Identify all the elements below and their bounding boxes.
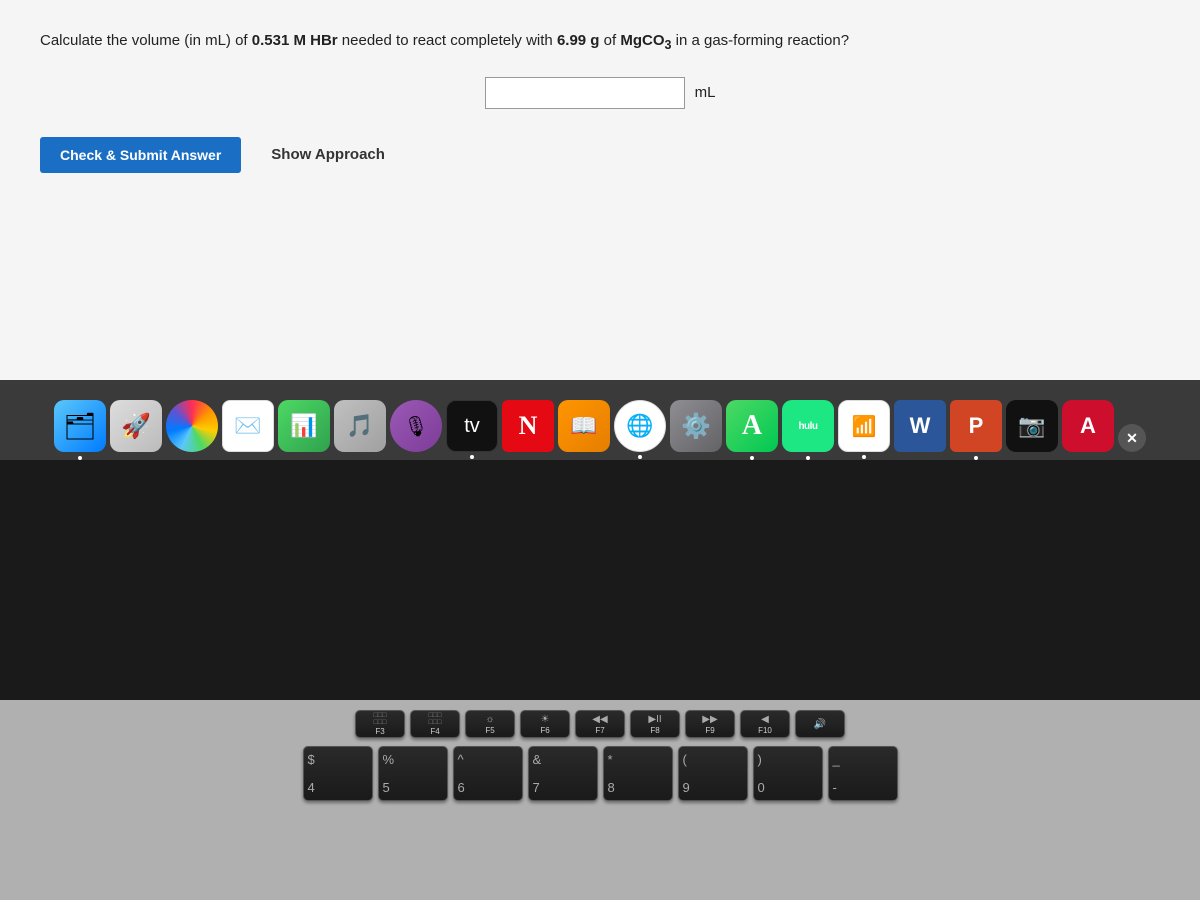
key-f5[interactable]: ☼ F5	[465, 710, 515, 738]
question-text: Calculate the volume (in mL) of 0.531 M …	[40, 30, 1160, 55]
dock-item-acrobat[interactable]: A	[1062, 400, 1114, 452]
key-f6[interactable]: ☀ F6	[520, 710, 570, 738]
key-volume-up[interactable]: 🔊	[795, 710, 845, 738]
show-approach-button[interactable]: Show Approach	[271, 146, 385, 163]
dock-item-podcasts[interactable]: 🎙	[390, 400, 442, 452]
bold-compound: MgCO3	[620, 32, 671, 49]
keyboard-area: □□□□□□ F3 □□□□□□ F4 ☼ F5 ☀ F6 ◀◀ F7 ▶II …	[0, 700, 1200, 900]
dock-item-word[interactable]: W	[894, 400, 946, 452]
key-f7[interactable]: ◀◀ F7	[575, 710, 625, 738]
dock-bar: 🗂 🚀 ✉️ 📊 🎵 🎙 tv N	[0, 380, 1200, 460]
dock-item-photos[interactable]	[166, 400, 218, 452]
dock-item-system-prefs[interactable]: ⚙️	[670, 400, 722, 452]
key-0-rparen[interactable]: ) 0	[753, 746, 823, 801]
dock-item-finder[interactable]: 🗂	[54, 400, 106, 452]
dock-item-camera[interactable]: 📷	[1006, 400, 1058, 452]
key-minus-underscore[interactable]: _ -	[828, 746, 898, 801]
key-7-ampersand[interactable]: & 7	[528, 746, 598, 801]
answer-row: mL	[40, 77, 1160, 109]
dock-item-appletv[interactable]: tv	[446, 400, 498, 452]
key-5-percent[interactable]: % 5	[378, 746, 448, 801]
dock: 🗂 🚀 ✉️ 📊 🎵 🎙 tv N	[54, 388, 1146, 452]
dock-item-launchpad[interactable]: 🚀	[110, 400, 162, 452]
dock-item-powerpoint[interactable]: P	[950, 400, 1002, 452]
dock-item-wifi[interactable]: 📶	[838, 400, 890, 452]
dock-item-books[interactable]: 📖	[558, 400, 610, 452]
key-9-lparen[interactable]: ( 9	[678, 746, 748, 801]
key-f9[interactable]: ▶▶ F9	[685, 710, 735, 738]
browser-content: Calculate the volume (in mL) of 0.531 M …	[0, 0, 1200, 380]
answer-input[interactable]	[485, 77, 685, 109]
key-f4[interactable]: □□□□□□ F4	[410, 710, 460, 738]
check-submit-button[interactable]: Check & Submit Answer	[40, 137, 241, 173]
unit-label: mL	[695, 84, 716, 101]
number-row: $ 4 % 5 ^ 6 & 7 * 8 ( 9 ) 0 _ -	[20, 746, 1180, 801]
key-6-caret[interactable]: ^ 6	[453, 746, 523, 801]
dock-item-mail[interactable]: ✉️	[222, 400, 274, 452]
key-f10[interactable]: ◀ F10	[740, 710, 790, 738]
key-f8[interactable]: ▶II F8	[630, 710, 680, 738]
dock-item-netflix[interactable]: N	[502, 400, 554, 452]
dark-area	[0, 460, 1200, 700]
fn-row: □□□□□□ F3 □□□□□□ F4 ☼ F5 ☀ F6 ◀◀ F7 ▶II …	[20, 710, 1180, 738]
dock-item-itunes[interactable]: 🎵	[334, 400, 386, 452]
key-8-asterisk[interactable]: * 8	[603, 746, 673, 801]
key-f3[interactable]: □□□□□□ F3	[355, 710, 405, 738]
key-4-dollar[interactable]: $ 4	[303, 746, 373, 801]
dock-item-chrome[interactable]: 🌐	[614, 400, 666, 452]
bold-mass: 6.99 g	[557, 32, 600, 49]
dock-item-numbers[interactable]: 📊	[278, 400, 330, 452]
dock-item-font-book[interactable]: A	[726, 400, 778, 452]
dock-item-close[interactable]: ✕	[1118, 424, 1146, 452]
button-row: Check & Submit Answer Show Approach	[40, 137, 1160, 173]
dock-item-hulu[interactable]: hulu	[782, 400, 834, 452]
bold-concentration: 0.531 M HBr	[252, 32, 338, 49]
